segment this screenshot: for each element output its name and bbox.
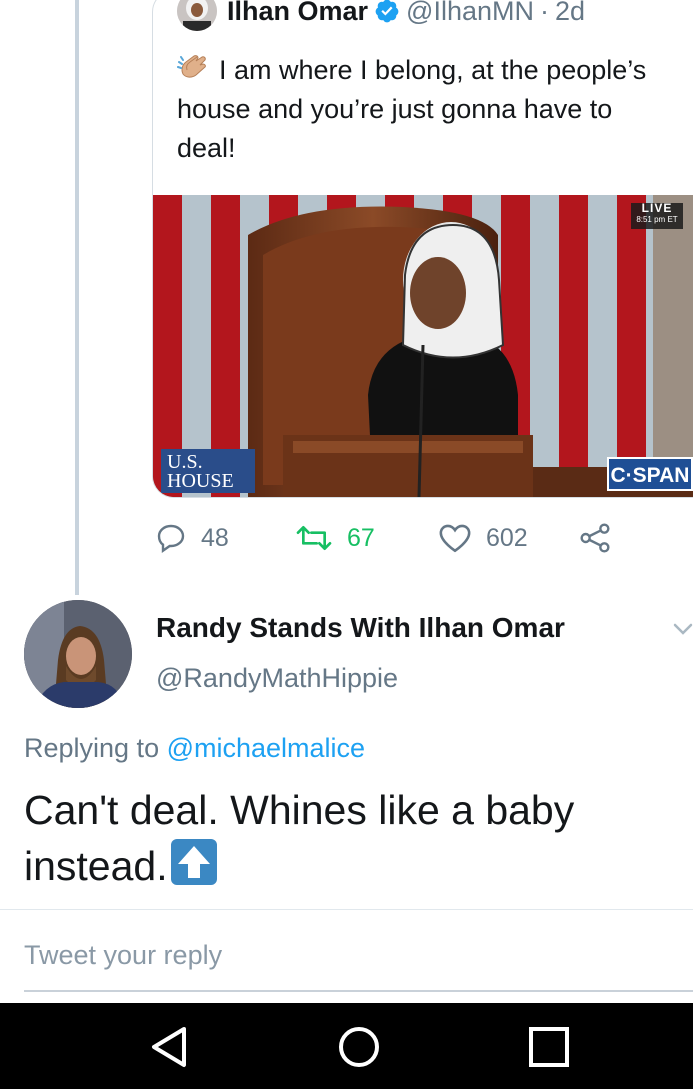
reply-author-avatar[interactable] xyxy=(24,600,132,708)
live-label: LIVE xyxy=(641,201,673,215)
reply-tweet-text-block: Can't deal. Whines like a baby instead. xyxy=(24,782,664,894)
separator-dot: · xyxy=(540,0,549,26)
quoted-author-avatar[interactable] xyxy=(177,0,217,31)
verified-badge-icon xyxy=(375,0,399,23)
section-divider xyxy=(0,909,693,910)
like-button[interactable]: 602 xyxy=(438,516,528,560)
up-arrow-emoji xyxy=(170,839,217,885)
share-icon xyxy=(580,523,610,553)
retweet-count: 67 xyxy=(347,523,375,552)
home-icon[interactable] xyxy=(335,1023,383,1071)
chevron-down-icon[interactable] xyxy=(672,618,693,640)
replying-to-mention[interactable]: @michaelmalice xyxy=(167,733,365,763)
reply-tweet-text: Can't deal. Whines like a baby instead. xyxy=(24,787,575,889)
us-house-line2: HOUSE xyxy=(167,470,234,492)
live-time: 8:51 pm ET xyxy=(636,215,678,224)
reply-icon xyxy=(157,524,185,553)
share-button[interactable] xyxy=(579,516,625,560)
retweet-button[interactable]: 67 xyxy=(295,516,375,560)
tweet-action-bar: 48 67 602 xyxy=(155,516,625,560)
quoted-author-name[interactable]: Ilhan Omar xyxy=(227,0,368,27)
quoted-author-handle[interactable]: @IlhanMN xyxy=(406,0,534,27)
retweet-icon xyxy=(296,526,332,550)
quoted-tweet-media-image[interactable]: LIVE 8:51 pm ET U.S. HOUSE C·SPAN xyxy=(153,195,693,497)
back-icon[interactable] xyxy=(146,1023,194,1071)
quoted-tweet-text-block: I am where I belong, at the people’s hou… xyxy=(177,51,677,168)
like-count: 602 xyxy=(486,523,528,552)
composer-underline xyxy=(24,990,693,992)
like-icon xyxy=(439,524,471,553)
quoted-tweet-text: I am where I belong, at the people’s hou… xyxy=(177,55,647,163)
cspan-logo: C·SPAN xyxy=(607,457,693,491)
thread-connector-line xyxy=(75,0,79,595)
recents-icon[interactable] xyxy=(525,1023,573,1071)
quoted-tweet-card[interactable]: Ilhan Omar @IlhanMN · 2d I am where I be… xyxy=(152,0,693,498)
reply-author-handle[interactable]: @RandyMathHippie xyxy=(156,663,398,694)
quoted-tweet-header: Ilhan Omar @IlhanMN · 2d xyxy=(177,0,585,31)
quoted-tweet-time[interactable]: 2d xyxy=(555,0,585,27)
reply-composer-input[interactable]: Tweet your reply xyxy=(24,940,222,971)
reply-author-name[interactable]: Randy Stands With Ilhan Omar xyxy=(156,612,565,644)
system-navigation-bar xyxy=(0,1003,693,1089)
reply-button[interactable]: 48 xyxy=(155,516,229,560)
replying-prefix: Replying to xyxy=(24,733,160,763)
clapping-hands-emoji xyxy=(177,55,206,78)
us-house-logo: U.S. HOUSE xyxy=(161,449,255,493)
replying-to-line: Replying to @michaelmalice xyxy=(24,733,365,764)
reply-count: 48 xyxy=(201,523,229,552)
